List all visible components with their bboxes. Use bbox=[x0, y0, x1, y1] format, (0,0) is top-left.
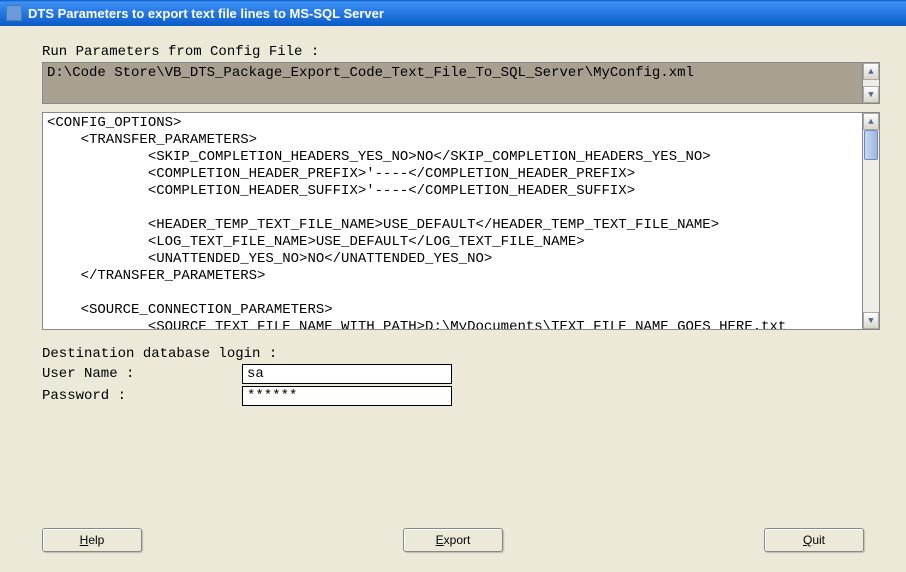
config-path-field[interactable]: D:\Code Store\VB_DTS_Package_Export_Code… bbox=[42, 62, 862, 104]
scrollbar-thumb[interactable] bbox=[864, 130, 878, 160]
window-titlebar: DTS Parameters to export text file lines… bbox=[0, 0, 906, 26]
scroll-down-icon[interactable]: ▼ bbox=[863, 86, 879, 103]
username-label: User Name : bbox=[42, 366, 242, 382]
content-area: Run Parameters from Config File : D:\Cod… bbox=[0, 26, 906, 418]
config-path-scrollbar[interactable]: ▲ ▼ bbox=[862, 62, 880, 104]
scrollbar-track[interactable] bbox=[863, 130, 879, 312]
button-row: Help Export Quit bbox=[42, 528, 864, 552]
window-title: DTS Parameters to export text file lines… bbox=[28, 6, 384, 21]
config-path-field-wrap: D:\Code Store\VB_DTS_Package_Export_Code… bbox=[42, 62, 880, 104]
password-input[interactable] bbox=[242, 386, 452, 406]
xml-content-wrap: <CONFIG_OPTIONS> <TRANSFER_PARAMETERS> <… bbox=[42, 112, 880, 330]
run-params-label: Run Parameters from Config File : bbox=[42, 44, 864, 60]
username-row: User Name : bbox=[42, 364, 864, 384]
help-button[interactable]: Help bbox=[42, 528, 142, 552]
username-input[interactable] bbox=[242, 364, 452, 384]
scroll-up-icon[interactable]: ▲ bbox=[863, 63, 879, 80]
xml-scrollbar[interactable]: ▲ ▼ bbox=[862, 112, 880, 330]
scroll-down-icon[interactable]: ▼ bbox=[863, 312, 879, 329]
export-button[interactable]: Export bbox=[403, 528, 503, 552]
app-icon bbox=[6, 5, 22, 21]
xml-content-box[interactable]: <CONFIG_OPTIONS> <TRANSFER_PARAMETERS> <… bbox=[42, 112, 862, 330]
password-row: Password : bbox=[42, 386, 864, 406]
quit-button[interactable]: Quit bbox=[764, 528, 864, 552]
password-label: Password : bbox=[42, 388, 242, 404]
dest-login-label: Destination database login : bbox=[42, 346, 864, 362]
login-section: Destination database login : User Name :… bbox=[42, 346, 864, 406]
scroll-up-icon[interactable]: ▲ bbox=[863, 113, 879, 130]
